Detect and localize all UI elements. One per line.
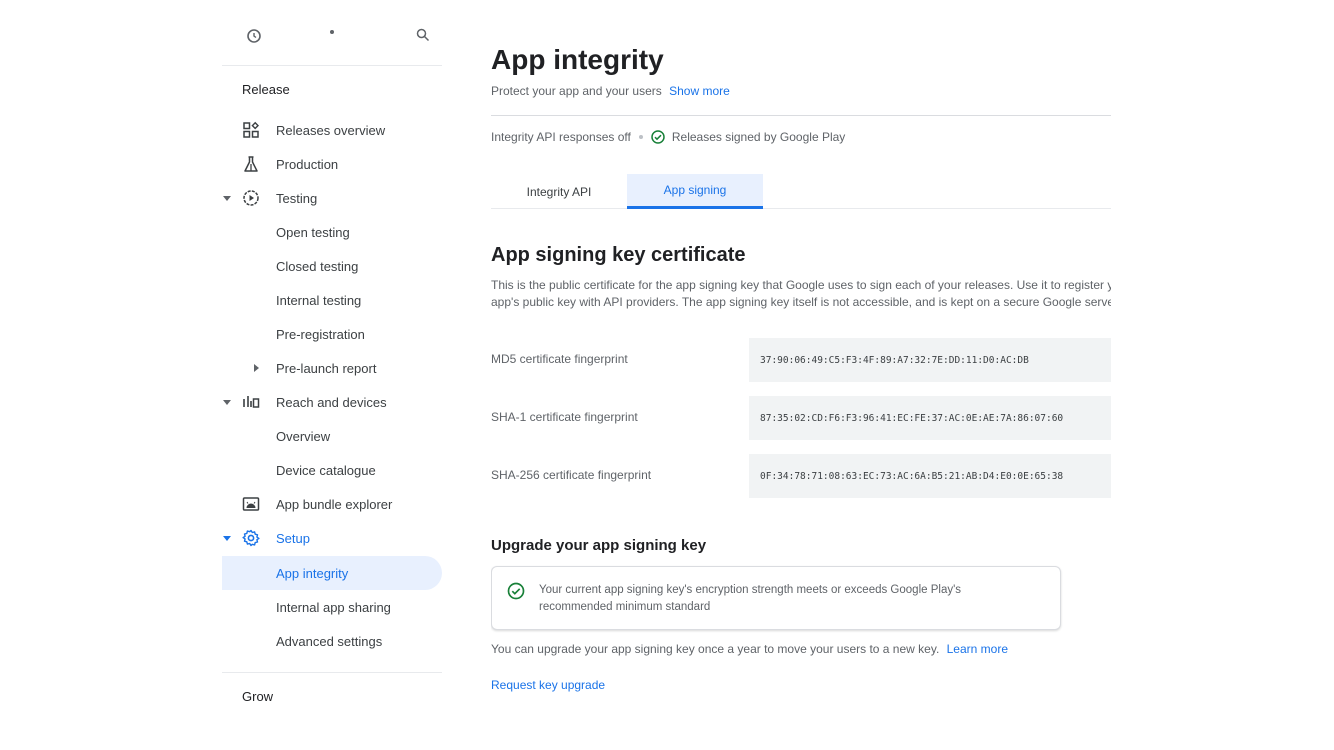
sidebar-item-label: Pre-registration	[276, 326, 365, 342]
fingerprint-value-md5[interactable]: 37:90:06:49:C5:F3:4F:89:A7:32:7E:DD:11:D…	[749, 338, 1111, 382]
tab-integrity-api[interactable]: Integrity API	[491, 174, 627, 209]
sidebar-item-label: Internal app sharing	[276, 599, 391, 615]
header-divider	[491, 115, 1111, 116]
status-separator	[638, 135, 643, 139]
sidebar-item-advanced-settings[interactable]: Advanced settings	[222, 624, 442, 658]
sidebar-item-testing[interactable]: Testing	[222, 181, 442, 215]
sidebar-item-label: App bundle explorer	[276, 496, 393, 512]
sidebar-item-pre-launch-report[interactable]: Pre-launch report	[222, 351, 442, 385]
sidebar-section-grow[interactable]: Grow	[242, 689, 273, 704]
signing-status: Releases signed by Google Play	[671, 130, 846, 144]
sidebar-item-label: Closed testing	[276, 258, 359, 274]
upgrade-info-text: You can upgrade your app signing key onc…	[491, 642, 940, 656]
search-icon[interactable]	[416, 28, 430, 42]
flask-icon	[242, 155, 260, 173]
sidebar-item-label: Releases overview	[276, 122, 386, 138]
sidebar-item-reach-and-devices[interactable]: Reach and devices	[222, 385, 442, 419]
sidebar-item-open-testing[interactable]: Open testing	[222, 215, 442, 249]
sidebar-nav: Release Releases overview Production Tes…	[222, 0, 444, 712]
fingerprint-label-md5: MD5 certificate fingerprint	[491, 352, 628, 366]
notice-text: Your current app signing key's encryptio…	[539, 584, 962, 613]
sidebar-item-label: App integrity	[276, 565, 349, 581]
certificate-title: App signing key certificate	[491, 244, 746, 266]
sidebar-item-label: Testing	[276, 190, 318, 206]
sidebar-item-production[interactable]: Production	[222, 147, 442, 181]
status-row: Integrity API responses off Releases sig…	[491, 130, 845, 144]
sidebar-item-label: Production	[276, 156, 339, 172]
main-content: App integrity Protect your app and your …	[491, 0, 1111, 712]
integrity-status: Integrity API responses off	[491, 130, 631, 144]
sidebar-item-pre-registration[interactable]: Pre-registration	[222, 317, 442, 351]
gear-icon	[242, 529, 260, 547]
sidebar-item-label: Internal testing	[276, 292, 362, 308]
sidebar-item-label: Advanced settings	[276, 633, 383, 649]
android-box-icon	[242, 495, 260, 513]
play-circle-icon	[242, 189, 260, 207]
fingerprint-label-sha256: SHA-256 certificate fingerprint	[491, 468, 652, 482]
sidebar-item-app-bundle-explorer[interactable]: App bundle explorer	[222, 487, 442, 521]
learn-more-link[interactable]: Learn more	[947, 642, 1008, 656]
fingerprint-value-sha1[interactable]: 87:35:02:CD:F6:F3:96:41:EC:FE:37:AC:0E:A…	[749, 396, 1111, 440]
dashboard-icon	[242, 121, 260, 139]
sidebar-item-label: Setup	[276, 530, 310, 546]
sidebar-item-internal-app-sharing[interactable]: Internal app sharing	[222, 590, 442, 624]
sidebar-item-closed-testing[interactable]: Closed testing	[222, 249, 442, 283]
sidebar-item-label: Device catalogue	[276, 462, 376, 478]
chevron-right-icon[interactable]	[248, 359, 266, 377]
sidebar-app-selector[interactable]	[222, 0, 442, 66]
chevron-down-icon[interactable]	[222, 194, 232, 204]
sidebar-item-setup[interactable]: Setup	[222, 521, 442, 555]
certificate-description: This is the public certificate for the a…	[491, 278, 1111, 309]
subtitle-text: Protect your app and your users	[491, 84, 662, 98]
sidebar-item-app-integrity[interactable]: App integrity	[222, 556, 442, 590]
upgrade-title: Upgrade your app signing key	[491, 537, 707, 554]
page-subtitle: Protect your app and your users Show mor…	[491, 84, 730, 98]
chevron-down-icon[interactable]	[222, 398, 232, 408]
request-key-upgrade-link[interactable]: Request key upgrade	[491, 678, 605, 692]
app-name-fragment	[330, 30, 334, 34]
check-circle-icon	[507, 582, 525, 600]
sidebar-divider	[222, 672, 442, 673]
sidebar-item-label: Reach and devices	[276, 394, 387, 410]
sidebar-item-device-catalogue[interactable]: Device catalogue	[222, 453, 442, 487]
sidebar-item-label: Pre-launch report	[276, 360, 377, 376]
upgrade-info: You can upgrade your app signing key onc…	[491, 642, 1008, 656]
chevron-down-icon[interactable]	[222, 534, 232, 544]
sidebar-item-overview[interactable]: Overview	[222, 419, 442, 453]
check-circle-icon	[651, 130, 665, 144]
sidebar-item-releases-overview[interactable]: Releases overview	[222, 113, 442, 147]
fingerprint-label-sha1: SHA-1 certificate fingerprint	[491, 410, 638, 424]
tab-app-signing[interactable]: App signing	[627, 174, 763, 209]
sidebar-item-internal-testing[interactable]: Internal testing	[222, 283, 442, 317]
bar-chart-icon	[242, 393, 260, 411]
page-title: App integrity	[491, 44, 664, 75]
fingerprint-value-sha256[interactable]: 0F:34:78:71:08:63:EC:73:AC:6A:B5:21:AB:D…	[749, 454, 1111, 498]
tab-bar: Integrity API App signing	[491, 174, 1111, 209]
sidebar-section-release: Release	[242, 82, 290, 97]
key-strength-notice: Your current app signing key's encryptio…	[491, 566, 1061, 630]
show-more-link[interactable]: Show more	[669, 84, 730, 98]
sidebar-item-label: Open testing	[276, 224, 350, 240]
sidebar-item-label: Overview	[276, 428, 331, 444]
app-icon	[247, 29, 261, 43]
